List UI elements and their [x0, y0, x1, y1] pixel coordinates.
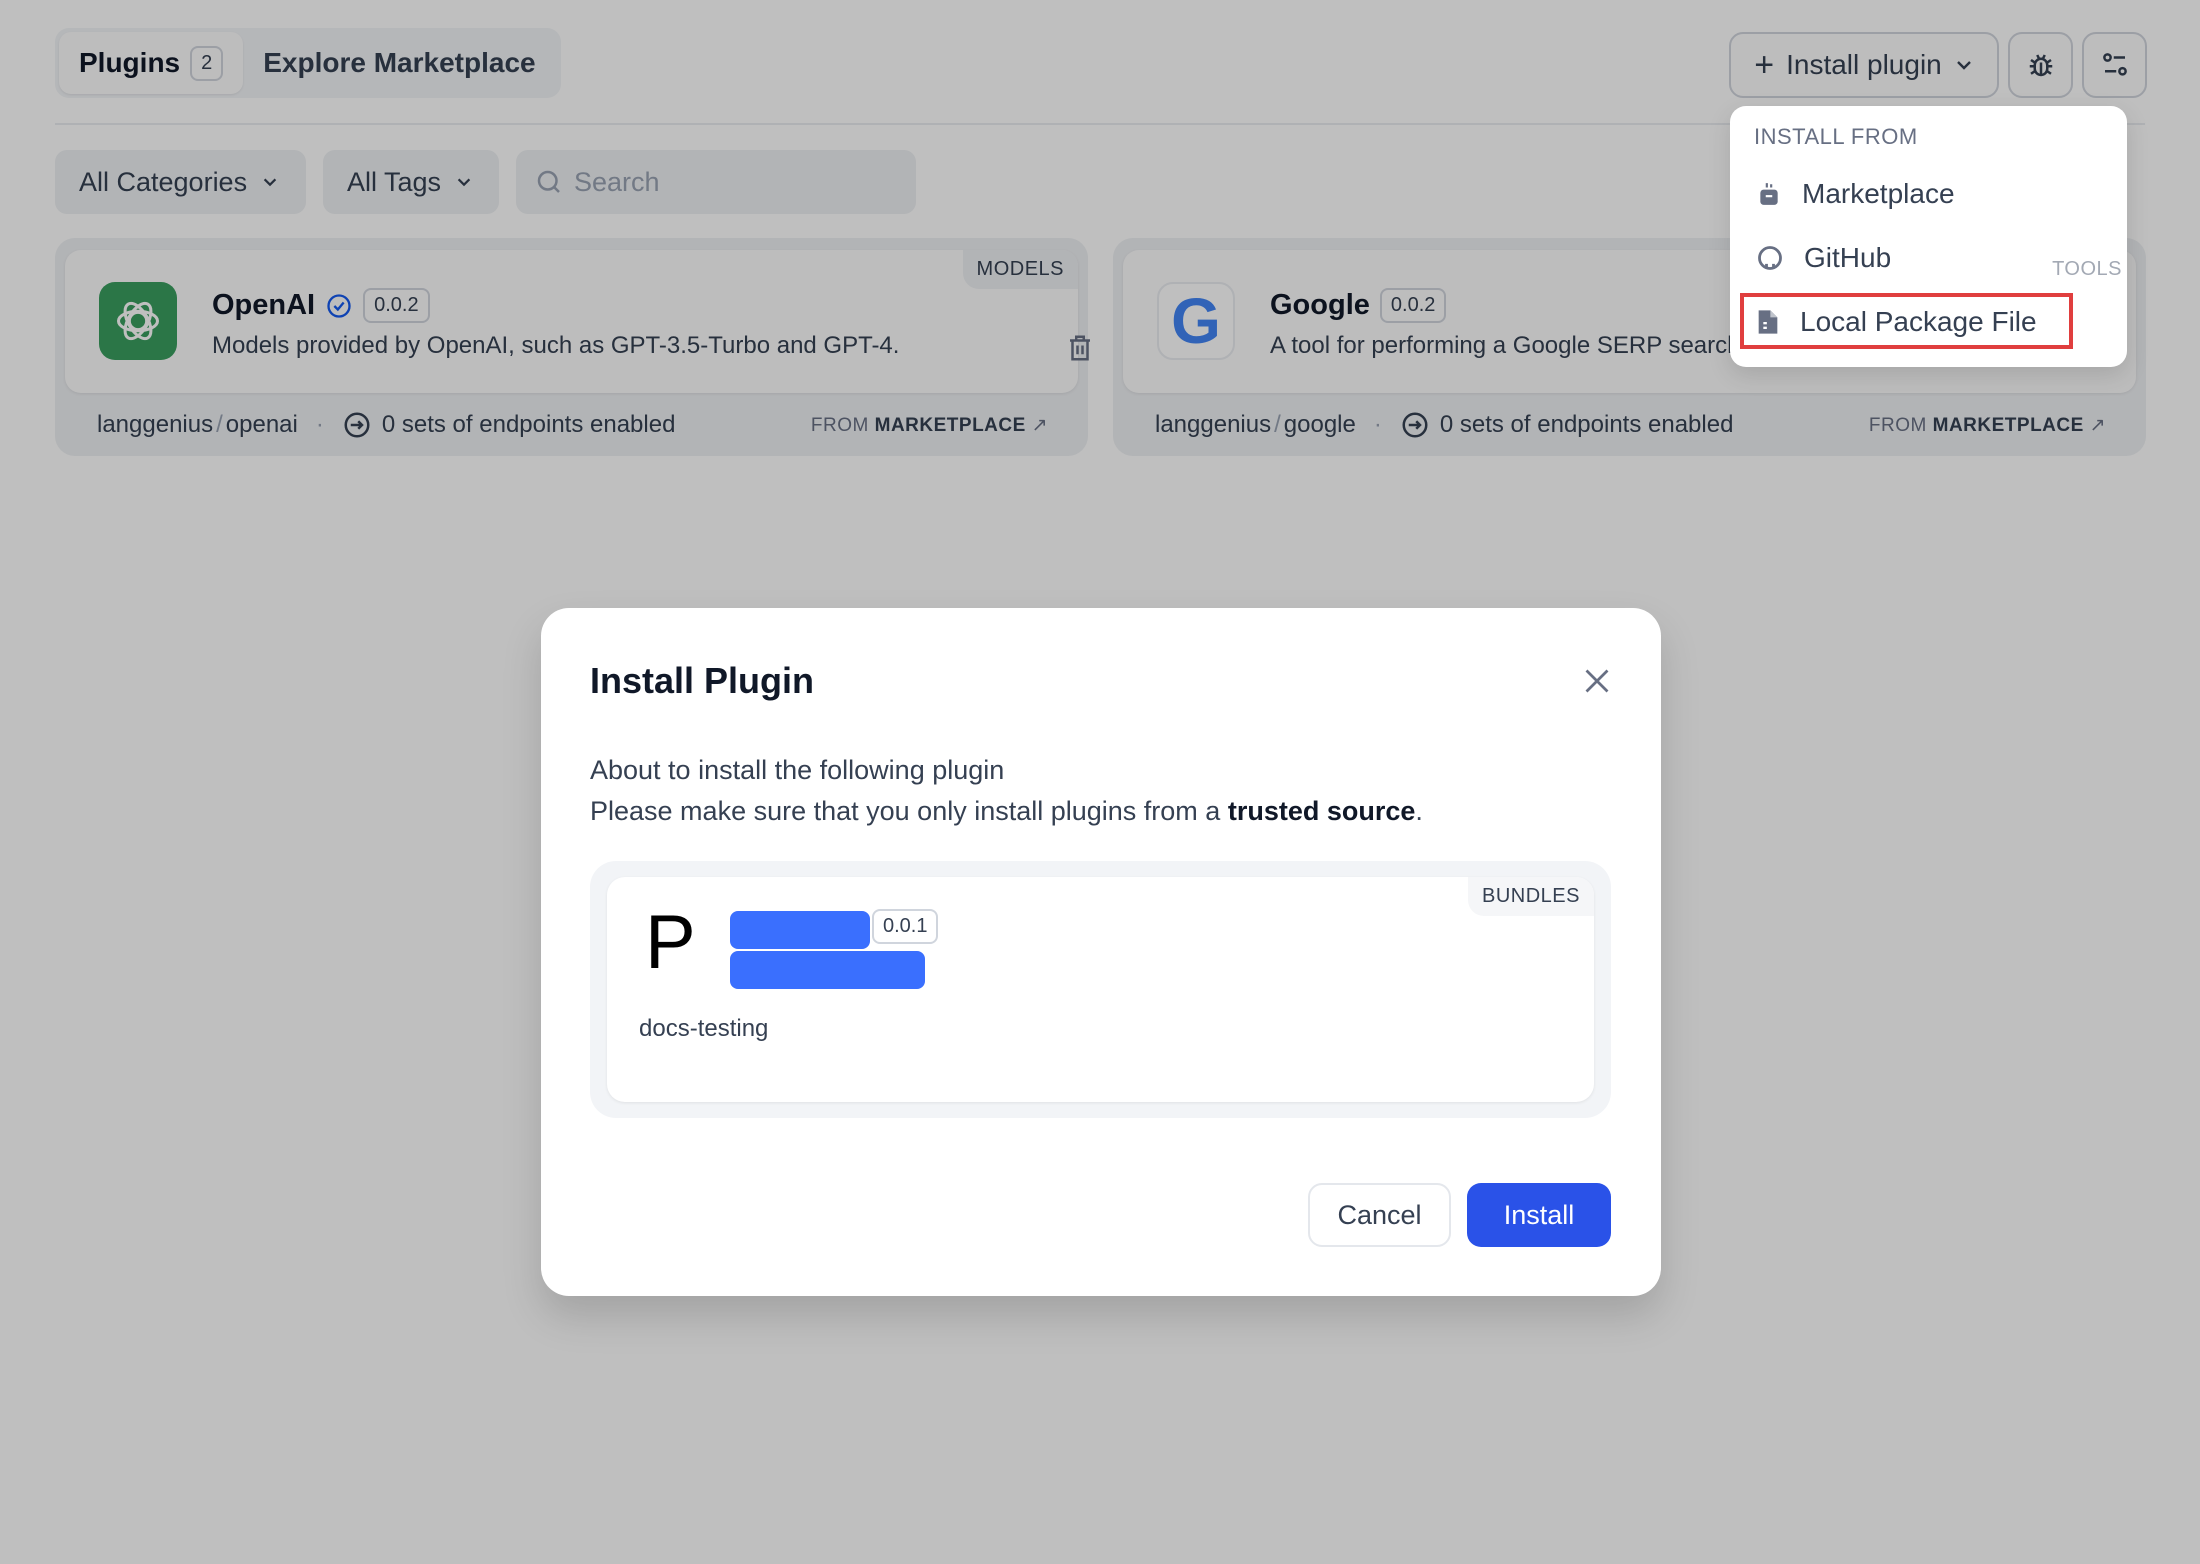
menu-item-marketplace[interactable]: Marketplace	[1730, 162, 2127, 226]
github-icon	[1758, 246, 1782, 270]
plugin-preview: P 0.0.1 BUNDLES docs-testing	[590, 861, 1611, 1118]
close-icon[interactable]	[1579, 663, 1615, 699]
plugin-icon: P	[645, 900, 696, 985]
modal-title: Install Plugin	[590, 660, 815, 701]
redacted-description	[730, 951, 925, 989]
plugin-preview-card: P 0.0.1 BUNDLES docs-testing	[607, 877, 1594, 1102]
install-plugin-modal: Install Plugin About to install the foll…	[541, 608, 1661, 1296]
redacted-name	[730, 911, 870, 949]
cancel-button[interactable]: Cancel	[1308, 1183, 1451, 1247]
marketplace-icon	[1760, 183, 1778, 205]
category-label: TOOLS	[2052, 258, 2122, 280]
highlight-box	[1740, 293, 2073, 349]
install-button[interactable]: Install	[1467, 1183, 1611, 1247]
